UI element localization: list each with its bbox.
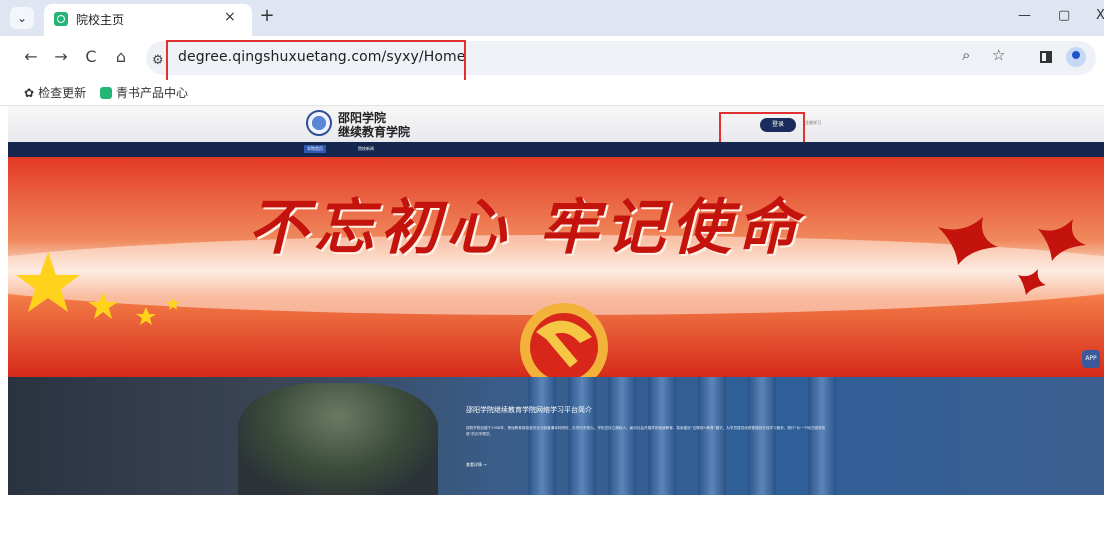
bookmark-label: 青书产品中心	[116, 86, 189, 100]
restore-button[interactable]: ▢	[1058, 8, 1070, 23]
bookmark-favicon-icon	[100, 87, 112, 99]
minimize-button[interactable]: —	[1018, 8, 1031, 23]
intro-section: 邵阳学院继续教育学院网络学习平台简介 邵阳学院创建于1958年，是经教育部批准的…	[8, 377, 1104, 495]
browser-window: ⌄ 院校主页 × + — ▢ X ← → C ⌂ ⚙ degree.qingsh…	[0, 0, 1104, 540]
register-link[interactable]: 注册学习	[805, 120, 821, 126]
banner-slogan: 不忘初心 牢记使命	[248, 193, 803, 263]
active-tab[interactable]: 院校主页 ×	[44, 4, 252, 36]
tab-favicon-icon	[54, 12, 68, 26]
logo-college-name: 继续教育学院	[338, 125, 411, 139]
app-download-button[interactable]: APP	[1082, 350, 1100, 368]
avatar[interactable]	[1066, 47, 1086, 67]
tab-title: 院校主页	[76, 13, 125, 27]
campus-tree-image	[238, 383, 438, 495]
bookmark-product-center[interactable]: 青书产品中心	[100, 84, 188, 101]
carousel-dots[interactable]	[543, 368, 582, 377]
site-header: 邵阳学院 继续教育学院 登录 注册学习	[8, 106, 1104, 142]
tab-strip: ⌄ 院校主页 × + — ▢ X	[0, 0, 1104, 36]
hero-banner: 不忘初心 牢记使命	[8, 157, 1104, 377]
school-emblem-icon	[306, 110, 332, 136]
bookmarks-bar: ✿ 检查更新 青书产品中心	[0, 80, 1104, 106]
web-page: 邵阳学院 继续教育学院 登录 注册学习 学院首页 院校新闻 不忘初心 牢记使命 …	[0, 106, 1104, 540]
intro-body: 邵阳学院创建于1958年，是经教育部批准的全日制普通本科院校，办学历史悠久。学校…	[466, 426, 826, 436]
gear-icon: ✿	[24, 86, 35, 100]
nav-item-news[interactable]: 院校新闻	[358, 146, 374, 152]
intro-title: 邵阳学院继续教育学院网络学习平台简介	[466, 406, 592, 414]
tab-search-button[interactable]: ⌄	[10, 7, 34, 29]
nav-item-home[interactable]: 学院首页	[304, 145, 326, 153]
reload-button[interactable]: C	[80, 47, 102, 66]
site-nav: 学院首页 院校新闻	[8, 142, 1104, 157]
tab-close-icon[interactable]: ×	[224, 9, 236, 25]
more-link[interactable]: 查看详情 →	[466, 462, 487, 468]
zoom-icon[interactable]: ⌕	[962, 46, 970, 64]
bookmark-label: 检查更新	[38, 86, 87, 100]
star-icon	[136, 307, 156, 325]
side-panel-icon[interactable]	[1040, 51, 1052, 63]
forward-button[interactable]: →	[50, 47, 72, 66]
star-icon[interactable]: ☆	[992, 46, 1005, 64]
close-window-button[interactable]: X	[1096, 8, 1104, 23]
new-tab-button[interactable]: +	[256, 6, 278, 28]
home-button[interactable]: ⌂	[110, 47, 132, 66]
back-button[interactable]: ←	[20, 47, 42, 66]
bookmark-check-update[interactable]: ✿ 检查更新	[24, 84, 86, 101]
browser-toolbar: ← → C ⌂ ⚙ degree.qingshuxuetang.com/syxy…	[0, 36, 1104, 88]
site-info-icon[interactable]: ⚙	[152, 53, 164, 68]
